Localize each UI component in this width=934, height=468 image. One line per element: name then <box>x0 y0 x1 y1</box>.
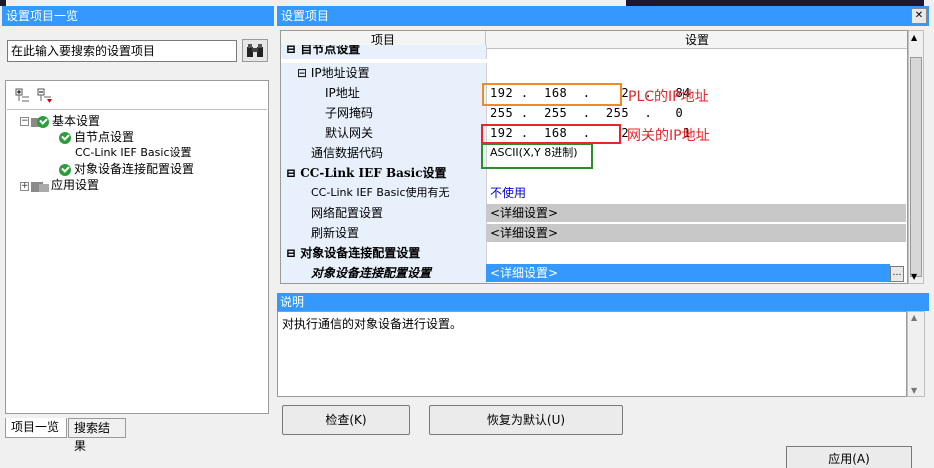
scroll-down-icon[interactable]: ▼ <box>911 272 917 281</box>
description-title: 说明 <box>277 293 929 311</box>
annotation-gateway-ip: 网关的IP地址 <box>627 128 710 144</box>
tree-label: 应用设置 <box>51 178 100 192</box>
target-detail-field[interactable]: <详细设置> <box>486 264 890 282</box>
collapse-toggle[interactable]: − <box>20 117 29 126</box>
subnet-mask-field[interactable]: 255 . 255 . 255 . 0 <box>486 104 906 122</box>
scroll-down-icon[interactable]: ▼ <box>911 386 917 395</box>
tree-item-cclink[interactable]: CC-Link IEF Basic设置 <box>75 145 192 161</box>
scrollbar-thumb[interactable] <box>910 57 922 277</box>
row-network-config[interactable]: 网络配置设置 <详细设置> <box>281 203 907 223</box>
apply-button[interactable]: 应用(A) <box>786 446 912 468</box>
group-row-target[interactable]: ⊟ 对象设备连接配置设置 <box>281 243 907 263</box>
expand-all-button[interactable] <box>14 87 32 105</box>
tree-label: 对象设备连接配置设置 <box>74 162 195 176</box>
row-label: 默认网关 <box>325 126 374 140</box>
row-comm-code[interactable]: 通信数据代码 ASCII(X,Y 8进制) <box>281 143 907 163</box>
tab-search-results[interactable]: 搜索结果 <box>68 418 126 453</box>
check-button[interactable]: 检查(K) <box>282 405 410 435</box>
binoculars-icon <box>247 43 263 57</box>
row-subnet-mask[interactable]: 子网掩码 255 . 255 . 255 . 0 <box>281 103 907 123</box>
annotation-box-plc-ip <box>482 83 622 106</box>
row-label: 对象设备连接配置设置 <box>311 266 432 280</box>
right-panel-title: 设置项目 ✕ <box>277 6 929 26</box>
network-detail-field[interactable]: <详细设置> <box>486 204 906 222</box>
ellipsis-button[interactable]: … <box>890 266 904 282</box>
collapse-all-button[interactable] <box>36 87 54 105</box>
group-label: 对象设备连接配置设置 <box>300 246 421 260</box>
description-scrollbar[interactable]: ▲ ▼ <box>907 311 925 397</box>
check-icon <box>59 163 71 176</box>
group-row-cclink[interactable]: ⊟ CC-Link IEF Basic设置 <box>281 163 907 183</box>
right-panel-title-text: 设置项目 <box>281 9 330 23</box>
grid-scrollbar[interactable]: ▲ ▼ <box>908 30 924 284</box>
group-label: 自节点设置 <box>300 45 361 56</box>
annotation-box-comm-code <box>481 143 593 169</box>
row-target-config[interactable]: 对象设备连接配置设置 <详细设置> <box>281 263 907 283</box>
tree-label: CC-Link IEF Basic设置 <box>75 146 192 159</box>
settings-grid: 项目 设置 ⊟ 自节点设置 ⊟ IP地址设置 IP地址 192 . 168 . … <box>280 30 908 284</box>
group-label: CC-Link IEF Basic设置 <box>300 166 447 180</box>
collapse-tree-icon <box>37 88 52 103</box>
annotation-plc-ip: PLC的IP地址 <box>628 89 709 105</box>
row-label: CC-Link IEF Basic使用有无 <box>311 186 450 199</box>
refresh-detail-field[interactable]: <详细设置> <box>486 224 906 242</box>
settings-tree: − 基本设置 自节点设置 CC-Link IEF Basic设置 对象设备连接配… <box>7 109 267 411</box>
check-icon <box>59 131 71 144</box>
close-icon[interactable]: ✕ <box>911 8 927 24</box>
folder-icon <box>31 181 49 192</box>
row-label: 网络配置设置 <box>311 206 384 220</box>
settings-window: 设置项目一览 在此输入要搜索的设置项目 − 基本设置 自节点设置 CC-Link… <box>0 0 934 468</box>
tree-item-self-node[interactable]: 自节点设置 <box>59 129 134 145</box>
tree-item-target-device[interactable]: 对象设备连接配置设置 <box>59 161 194 177</box>
check-icon <box>37 115 49 128</box>
tab-item-list[interactable]: 项目一览 <box>5 418 67 438</box>
tree-item-app-settings[interactable]: 应用设置 <box>31 177 99 193</box>
group-row-ip[interactable]: ⊟ IP地址设置 <box>281 63 907 83</box>
tree-item-basic-settings[interactable]: 基本设置 <box>31 113 100 129</box>
tree-label: 基本设置 <box>52 114 101 128</box>
row-refresh[interactable]: 刷新设置 <详细设置> <box>281 223 907 243</box>
cclink-use-select[interactable]: 不使用 <box>486 184 906 202</box>
expand-toggle[interactable]: + <box>20 182 29 191</box>
description-text: 对执行通信的对象设备进行设置。 <box>277 311 907 397</box>
annotation-box-gateway <box>481 124 621 144</box>
search-input[interactable]: 在此输入要搜索的设置项目 <box>7 40 237 62</box>
left-panel-title: 设置项目一览 <box>2 6 274 26</box>
row-label: 刷新设置 <box>311 226 360 240</box>
group-label: IP地址设置 <box>310 66 370 80</box>
row-label: 通信数据代码 <box>311 146 384 160</box>
row-label: 子网掩码 <box>325 106 374 120</box>
scroll-up-icon[interactable]: ▲ <box>911 313 917 322</box>
tree-label: 自节点设置 <box>74 130 135 144</box>
row-label: IP地址 <box>325 86 360 100</box>
row-cclink-use[interactable]: CC-Link IEF Basic使用有无 不使用 <box>281 183 907 203</box>
scroll-up-icon[interactable]: ▲ <box>911 33 917 42</box>
group-row-self-node[interactable]: ⊟ 自节点设置 <box>281 45 907 59</box>
expand-tree-icon <box>15 88 29 102</box>
search-binoculars-button[interactable] <box>242 39 268 62</box>
left-tabs: 项目一览 搜索结果 <box>5 418 269 453</box>
restore-default-button[interactable]: 恢复为默认(U) <box>429 405 623 435</box>
tree-panel: − 基本设置 自节点设置 CC-Link IEF Basic设置 对象设备连接配… <box>5 80 269 414</box>
